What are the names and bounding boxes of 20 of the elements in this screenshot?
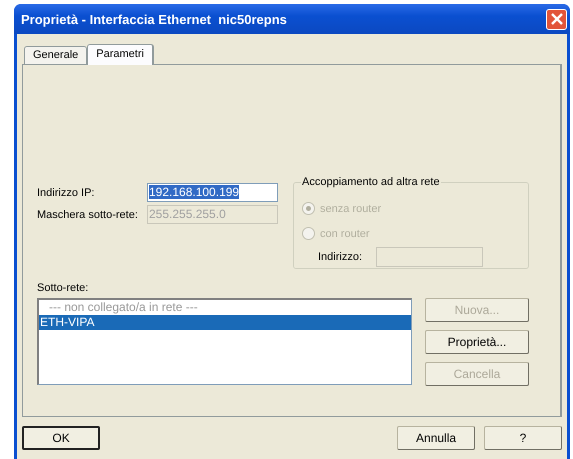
button[interactable]: OK <box>22 426 100 450</box>
button[interactable]: Annulla <box>397 426 476 450</box>
field-label: Maschera sotto-rete: <box>37 208 139 220</box>
list-label: Sotto-rete: <box>37 282 90 294</box>
button[interactable]: ? <box>484 426 562 450</box>
close-button[interactable] <box>546 8 567 30</box>
radio-label: senza router <box>320 202 382 214</box>
window-title: Proprietà - Interfaccia Ethernet nic50repns <box>21 12 287 26</box>
subnet-list[interactable]: --- non collegato/a in rete --- ETH-VIPA <box>37 298 412 385</box>
list-item[interactable]: --- non collegato/a in rete --- <box>39 300 411 315</box>
input-field[interactable]: 192.168.100.199 <box>147 183 278 202</box>
field-label: Indirizzo: <box>318 251 362 263</box>
button[interactable]: Proprietà... <box>425 330 529 354</box>
field-label: Indirizzo IP: <box>37 186 96 198</box>
close-icon <box>550 13 562 25</box>
tab[interactable]: Generale <box>24 46 88 64</box>
list-item[interactable]: ETH-VIPA <box>39 315 411 330</box>
tab[interactable]: Parametri <box>87 44 154 65</box>
group-title: Accoppiamento ad altra rete <box>301 176 441 188</box>
radio-label: con router <box>320 228 370 240</box>
